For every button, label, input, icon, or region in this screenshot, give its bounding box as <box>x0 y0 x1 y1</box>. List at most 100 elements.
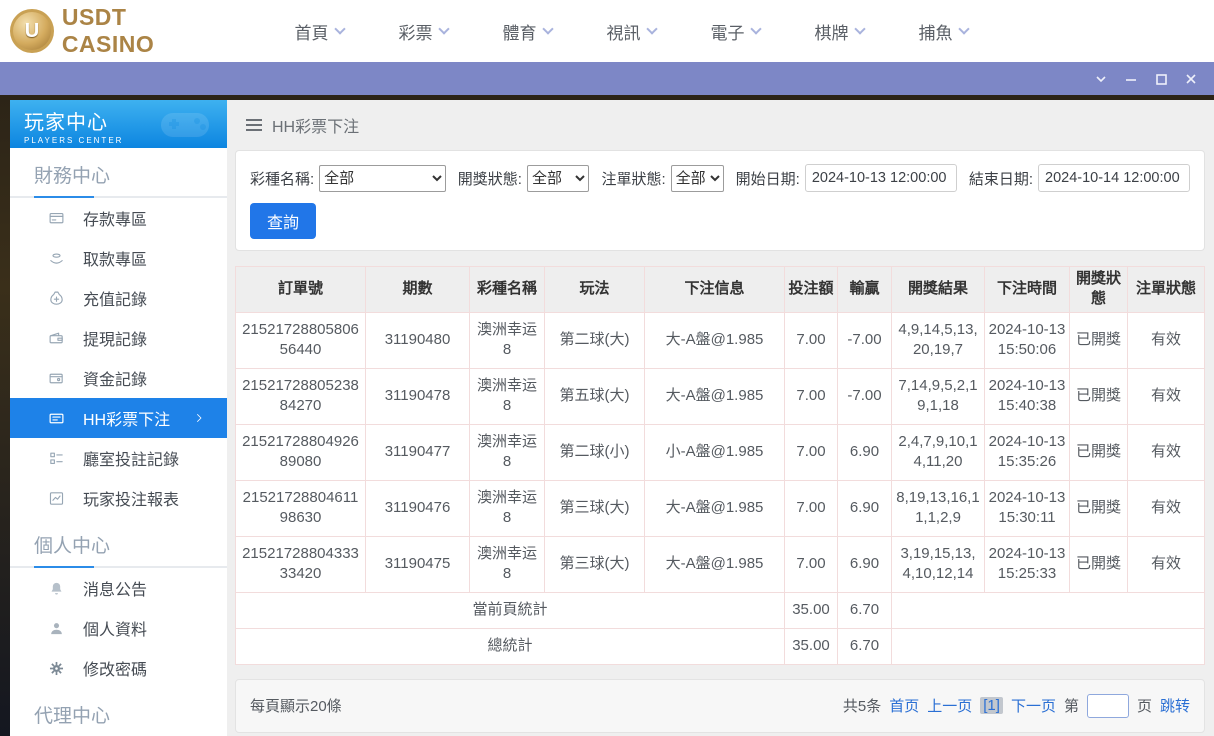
nav-item-home[interactable]: 首頁 <box>267 19 371 44</box>
sidebar: 玩家中心 PLAYERS CENTER 財務中心 存款專區 取款專區 充值記錄 … <box>10 100 227 736</box>
main-nav: 首頁 彩票 體育 視訊 電子 棋牌 捕魚 <box>267 19 995 44</box>
cell-bet-amount: 7.00 <box>785 536 838 592</box>
col-header-bet-info: 下注信息 <box>645 267 785 313</box>
cell-draw-result: 7,14,9,5,2,19,1,18 <box>892 368 985 424</box>
sidebar-item-bet-report[interactable]: 玩家投注報表 <box>10 478 227 518</box>
total-summary-empty <box>892 628 1205 664</box>
total-summary-win-loss: 6.70 <box>838 628 892 664</box>
cell-lottery: 澳洲幸运8 <box>470 536 545 592</box>
table-row: 2152172880492689080 31190477 澳洲幸运8 第二球(小… <box>236 424 1205 480</box>
section-divider <box>10 196 227 198</box>
sidebar-item-recharge-record[interactable]: 充值記錄 <box>10 278 227 318</box>
start-date-label: 開始日期: <box>736 168 800 189</box>
col-header-win-loss: 輸贏 <box>838 267 892 313</box>
cell-order-no: 2152172880523884270 <box>236 368 366 424</box>
total-summary-row: 總統計 35.00 6.70 <box>236 628 1205 664</box>
section-title-agent: 代理中心 <box>34 701 227 728</box>
cell-draw-result: 3,19,15,13,4,10,12,14 <box>892 536 985 592</box>
bet-report-icon <box>48 490 65 507</box>
cell-bet-info: 小-A盤@1.985 <box>645 424 785 480</box>
content-area: HH彩票下注 彩種名稱: 全部 開獎狀態: 全部 注單狀態: 全部 開始日期: … <box>227 100 1214 736</box>
cell-draw-status: 已開獎 <box>1070 424 1128 480</box>
close-icon[interactable] <box>1176 67 1206 91</box>
chevron-down-icon <box>854 23 865 34</box>
order-status-filter-label: 注單狀態: <box>601 168 665 189</box>
cell-win-loss: 6.90 <box>838 424 892 480</box>
jump-page-input[interactable] <box>1087 694 1129 718</box>
sidebar-item-profile[interactable]: 個人資料 <box>10 608 227 648</box>
sidebar-item-hh-lottery-bet[interactable]: HH彩票下注 <box>10 398 227 438</box>
table-row: 2152172880433333420 31190475 澳洲幸运8 第三球(大… <box>236 536 1205 592</box>
sidebar-item-funds-record[interactable]: 資金記錄 <box>10 358 227 398</box>
sidebar-item-withdraw[interactable]: 取款專區 <box>10 238 227 278</box>
sidebar-item-change-password[interactable]: 修改密碼 <box>10 648 227 688</box>
cell-order-no: 2152172880580656440 <box>236 312 366 368</box>
collapse-icon[interactable] <box>1086 67 1116 91</box>
next-page-link[interactable]: 下一页 <box>1011 695 1056 716</box>
cell-draw-status: 已開獎 <box>1070 312 1128 368</box>
deposit-icon <box>48 210 65 227</box>
nav-item-sports[interactable]: 體育 <box>475 19 579 44</box>
cell-win-loss: 6.90 <box>838 536 892 592</box>
cell-bet-time: 2024-10-13 15:50:06 <box>985 312 1070 368</box>
query-button[interactable]: 查詢 <box>250 203 316 239</box>
col-header-lottery: 彩種名稱 <box>470 267 545 313</box>
cell-period: 31190476 <box>366 480 470 536</box>
order-status-select[interactable]: 全部 <box>671 165 724 192</box>
cell-lottery: 澳洲幸运8 <box>470 312 545 368</box>
col-header-draw-result: 開獎結果 <box>892 267 985 313</box>
prev-page-link[interactable]: 上一页 <box>927 695 972 716</box>
minimize-icon[interactable] <box>1116 67 1146 91</box>
chevron-down-icon <box>438 23 449 34</box>
cell-bet-amount: 7.00 <box>785 480 838 536</box>
cell-lottery: 澳洲幸运8 <box>470 424 545 480</box>
sidebar-item-room-bet-record[interactable]: 廳室投註記錄 <box>10 438 227 478</box>
sidebar-item-cashout-record[interactable]: 提現記錄 <box>10 318 227 358</box>
cell-play: 第二球(大) <box>545 312 645 368</box>
nav-item-fishing[interactable]: 捕魚 <box>891 19 995 44</box>
pagination-bar: 每頁顯示20條 共5条 首页 上一页 [1] 下一页 第 页 跳转 <box>235 679 1205 733</box>
jump-link[interactable]: 跳转 <box>1160 695 1190 716</box>
nav-item-lottery[interactable]: 彩票 <box>371 19 475 44</box>
cell-play: 第三球(大) <box>545 536 645 592</box>
room-bet-record-icon <box>48 450 65 467</box>
start-date-input[interactable] <box>805 164 957 192</box>
cell-bet-amount: 7.00 <box>785 312 838 368</box>
cell-order-status: 有效 <box>1128 368 1205 424</box>
cell-order-no: 2152172880433333420 <box>236 536 366 592</box>
cell-bet-info: 大-A盤@1.985 <box>645 536 785 592</box>
cell-draw-result: 8,19,13,16,11,1,2,9 <box>892 480 985 536</box>
draw-status-select[interactable]: 全部 <box>527 165 590 192</box>
cell-bet-time: 2024-10-13 15:35:26 <box>985 424 1070 480</box>
sidebar-item-deposit[interactable]: 存款專區 <box>10 198 227 238</box>
gamepad-icon <box>153 105 217 145</box>
cell-play: 第二球(小) <box>545 424 645 480</box>
lottery-filter-label: 彩種名稱: <box>250 168 314 189</box>
page-summary-label: 當前頁統計 <box>236 592 785 628</box>
pager: 共5条 首页 上一页 [1] 下一页 第 页 跳转 <box>843 694 1190 718</box>
nav-item-boardgames[interactable]: 棋牌 <box>787 19 891 44</box>
page-title: HH彩票下注 <box>272 113 359 137</box>
cell-draw-result: 2,4,7,9,10,14,11,20 <box>892 424 985 480</box>
nav-item-electronic[interactable]: 電子 <box>683 19 787 44</box>
end-date-input[interactable] <box>1038 164 1190 192</box>
brand-name: USDT CASINO <box>62 4 225 58</box>
chevron-right-icon <box>193 412 205 424</box>
section-divider <box>10 566 227 568</box>
table-row: 2152172880580656440 31190480 澳洲幸运8 第二球(大… <box>236 312 1205 368</box>
withdraw-icon <box>48 250 65 267</box>
lottery-select[interactable]: 全部 <box>319 165 446 192</box>
sidebar-item-announcements[interactable]: 消息公告 <box>10 568 227 608</box>
col-header-bet-amount: 投注額 <box>785 267 838 313</box>
nav-item-video[interactable]: 視訊 <box>579 19 683 44</box>
chevron-down-icon <box>646 23 657 34</box>
end-date-label: 結束日期: <box>969 168 1033 189</box>
cell-play: 第五球(大) <box>545 368 645 424</box>
first-page-link[interactable]: 首页 <box>889 695 919 716</box>
coin-logo-icon: U <box>10 9 54 53</box>
cell-bet-time: 2024-10-13 15:25:33 <box>985 536 1070 592</box>
brand-logo[interactable]: U USDT CASINO <box>10 4 225 58</box>
section-title-finance: 財務中心 <box>34 161 227 188</box>
hamburger-icon[interactable] <box>246 118 262 132</box>
maximize-icon[interactable] <box>1146 67 1176 91</box>
